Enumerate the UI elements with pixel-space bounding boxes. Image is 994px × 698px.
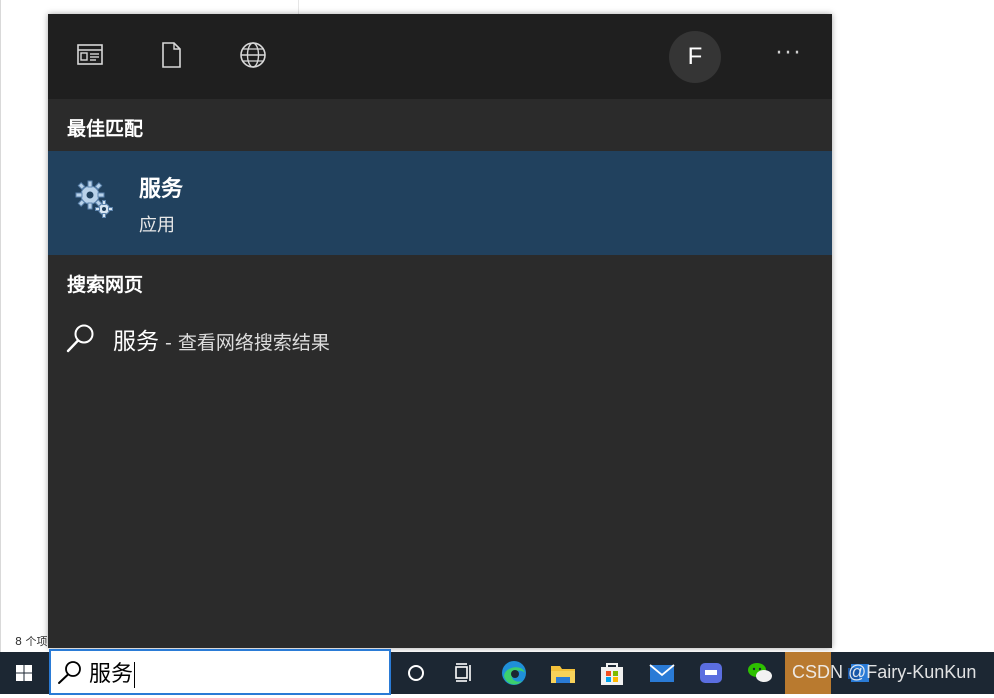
explorer-window-edge — [0, 0, 1, 652]
watermark-text: CSDN @Fairy-KunKun — [792, 662, 977, 682]
start-search-panel: F ··· 最佳匹配 服务 应用 搜索网页 服务 - 查看网络搜索结果 — [48, 14, 832, 648]
wechat-icon[interactable] — [745, 658, 775, 688]
web-filter-icon[interactable] — [238, 40, 268, 70]
web-search-text: 服务 - 查看网络搜索结果 — [113, 322, 330, 356]
search-icon — [57, 659, 83, 685]
services-gear-icon — [74, 179, 114, 219]
file-explorer-icon[interactable] — [548, 658, 578, 688]
documents-filter-icon[interactable] — [156, 40, 186, 70]
windows-start-icon[interactable] — [0, 652, 48, 694]
user-avatar[interactable]: F — [669, 31, 721, 83]
web-search-suffix: - 查看网络搜索结果 — [159, 332, 330, 354]
best-match-type: 应用 — [139, 215, 175, 236]
explorer-column-divider — [298, 0, 299, 14]
taskbar: 服务 CSDN @Fairy-KunKun — [0, 649, 994, 695]
web-search-result[interactable]: 服务 - 查看网络搜索结果 — [48, 312, 832, 366]
text-caret — [134, 662, 136, 688]
edge-icon[interactable] — [499, 658, 529, 688]
search-input-value: 服务 — [89, 662, 134, 687]
search-filter-bar: F ··· — [48, 14, 832, 99]
store-icon[interactable] — [597, 658, 627, 688]
explorer-status-text: 8 个项 — [15, 635, 48, 648]
taskbar-search-input[interactable]: 服务 — [49, 649, 391, 695]
mail-icon[interactable] — [647, 658, 677, 688]
best-match-name: 服务 — [139, 177, 184, 202]
app-icon[interactable] — [696, 658, 726, 688]
more-options-icon[interactable]: ··· — [774, 43, 804, 68]
web-search-heading: 搜索网页 — [67, 274, 144, 296]
search-icon — [65, 322, 97, 354]
best-match-result[interactable]: 服务 应用 — [48, 151, 832, 255]
task-view-icon[interactable] — [449, 658, 479, 688]
web-search-query: 服务 — [113, 329, 159, 355]
apps-filter-icon[interactable] — [75, 40, 105, 70]
cortana-icon[interactable] — [401, 658, 431, 688]
best-match-heading: 最佳匹配 — [67, 118, 144, 140]
